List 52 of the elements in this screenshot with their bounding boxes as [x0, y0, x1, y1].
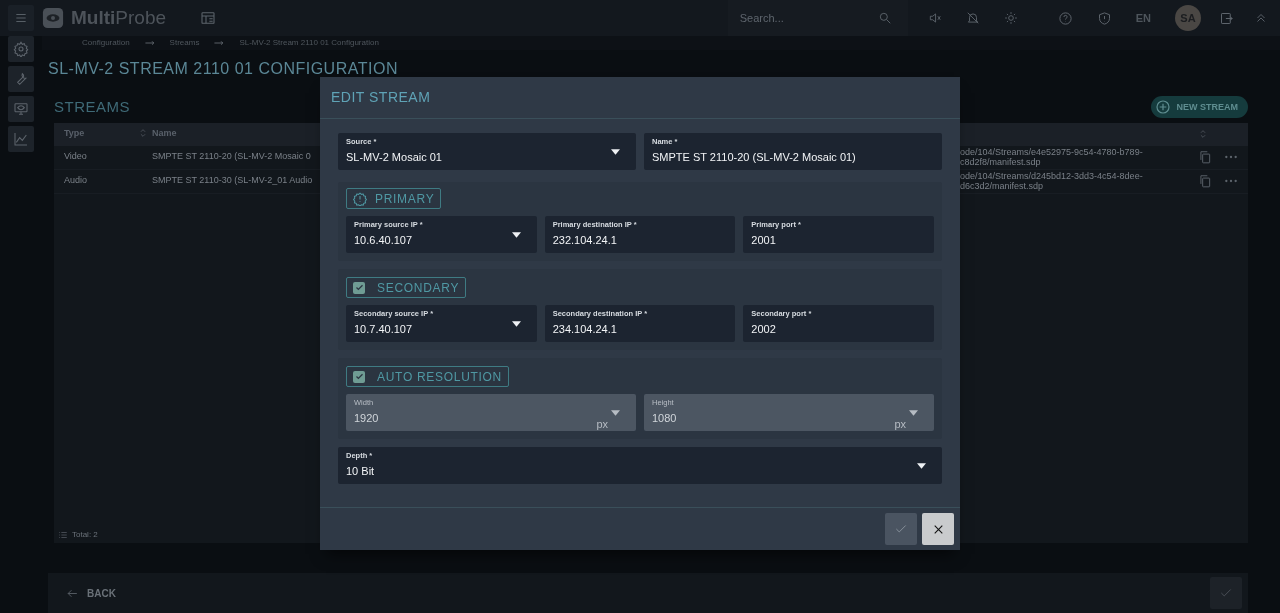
- dialog-title: EDIT STREAM: [331, 88, 431, 107]
- table-cell: Video: [64, 151, 87, 162]
- menu-icon: [14, 11, 28, 25]
- section-title: STREAMS: [54, 97, 130, 117]
- search-field[interactable]: Search...: [737, 8, 878, 28]
- copy-icon[interactable]: [1198, 150, 1212, 164]
- menu-button[interactable]: [8, 5, 34, 31]
- dashboard-icon[interactable]: [200, 10, 217, 26]
- checkbox[interactable]: [353, 370, 365, 383]
- new-stream-button[interactable]: NEW STREAM: [1150, 96, 1248, 119]
- tools-button[interactable]: [8, 66, 34, 92]
- list-icon: [58, 529, 68, 540]
- table-cell: SMPTE ST 2110-30 (SL-MV-2_01 Audio: [152, 175, 313, 186]
- gear-icon: [13, 41, 29, 57]
- cancel-button[interactable]: [922, 513, 954, 545]
- section-toggle[interactable]: SECONDARY: [346, 277, 467, 298]
- checkbox[interactable]: [353, 281, 365, 294]
- total-count: Total: 2: [72, 528, 98, 541]
- sort-icon[interactable]: [138, 127, 148, 140]
- table-cell: ode/104/Streams/d245bd12-3dd3-4c54-8dee- d6c3d2/manifest.sdp: [960, 171, 1143, 191]
- alert-badge-icon: [353, 191, 367, 206]
- check-icon: [894, 522, 908, 536]
- caret-icon: [611, 149, 620, 155]
- mute-icon[interactable]: [927, 11, 942, 25]
- caret-icon: [611, 410, 620, 416]
- table-cell: ode/104/Streams/e4e52975-9c54-4780-b789- c8d2f8/manifest.sdp: [960, 147, 1143, 167]
- shield-icon[interactable]: [1096, 10, 1112, 26]
- table-cell: SMPTE ST 2110-20 (SL-MV-2 Mosaic 0: [152, 151, 311, 162]
- search-icon[interactable]: [877, 11, 892, 25]
- logo-icon: [42, 7, 64, 29]
- caret-icon: [917, 463, 926, 469]
- caret-icon: [511, 321, 521, 327]
- page-title: SL-MV-2 STREAM 2110 01 CONFIGURATION: [48, 60, 399, 78]
- section-toggle[interactable]: AUTO RESOLUTION: [346, 366, 509, 387]
- bell-off-icon[interactable]: [965, 11, 980, 25]
- monitor-button[interactable]: [8, 96, 34, 122]
- copy-icon[interactable]: [1198, 174, 1212, 188]
- statistics-button[interactable]: [8, 126, 34, 152]
- caret-icon: [511, 232, 521, 238]
- monitor-eye-icon: [13, 101, 29, 117]
- help-icon[interactable]: [1057, 10, 1073, 26]
- sort-icon[interactable]: [1198, 128, 1208, 140]
- chart-icon: [13, 131, 29, 147]
- back-button[interactable]: BACK: [66, 585, 116, 601]
- app-logo-text: MultiProbe: [71, 5, 167, 30]
- logout-icon[interactable]: [1219, 10, 1234, 26]
- check-icon: [1219, 586, 1233, 600]
- plus-circle-icon: [1154, 99, 1171, 116]
- table-cell: Audio: [64, 175, 88, 186]
- settings-button[interactable]: [8, 36, 34, 62]
- brightness-icon[interactable]: [1003, 11, 1018, 25]
- caret-icon: [909, 410, 918, 416]
